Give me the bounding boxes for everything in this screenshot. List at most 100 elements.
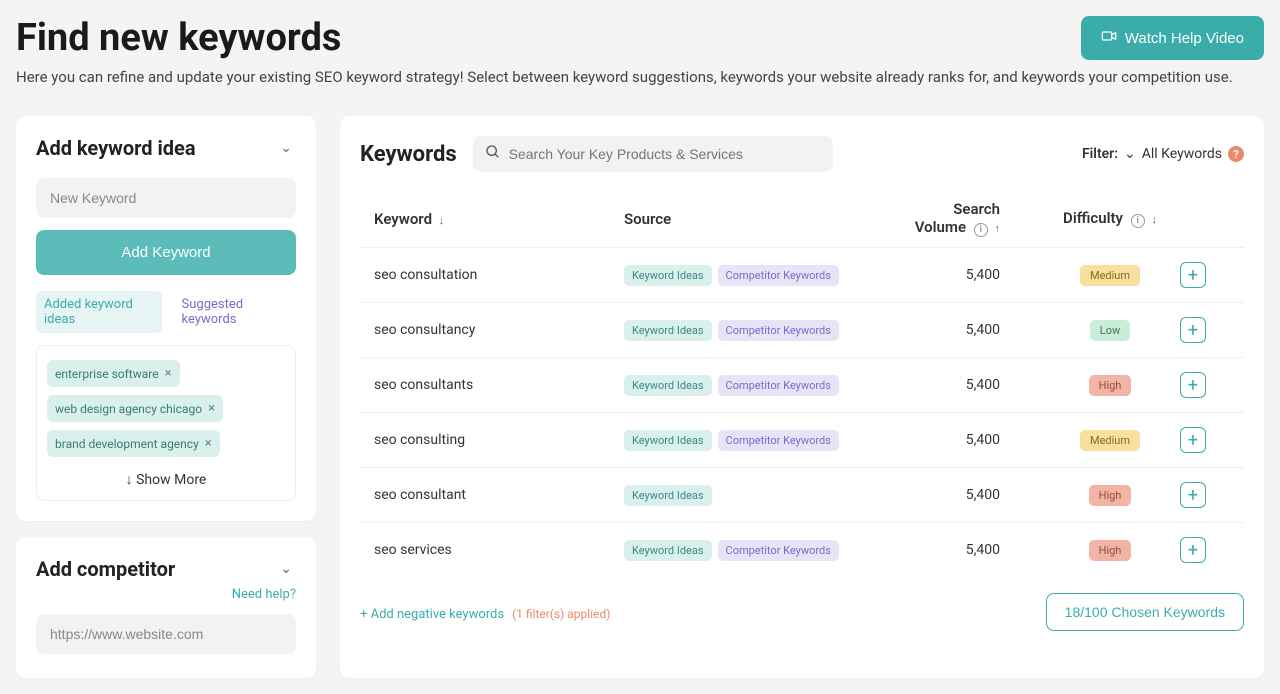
search-volume: 5,400 — [904, 487, 1040, 503]
info-icon[interactable]: i — [1131, 214, 1145, 228]
sort-asc-icon: ↑ — [995, 222, 1001, 235]
keyword-sources: Keyword Ideas Competitor Keywords — [624, 430, 904, 451]
chip-label: enterprise software — [55, 367, 159, 381]
column-difficulty[interactable]: Difficulty i ↓ — [1040, 209, 1180, 228]
page-title: Find new keywords — [16, 16, 341, 60]
keyword-name: seo consultants — [374, 377, 624, 393]
difficulty-badge: Medium — [1080, 265, 1140, 286]
sort-desc-icon: ↓ — [439, 214, 445, 227]
add-keyword-button[interactable]: Add Keyword — [36, 230, 296, 275]
search-volume: 5,400 — [904, 542, 1040, 558]
keyword-chips: enterprise software×web design agency ch… — [36, 345, 296, 501]
filter-label: Filter: — [1082, 146, 1118, 162]
filter-dropdown[interactable]: Filter: ⌄ All Keywords ? — [1082, 146, 1244, 162]
chevron-down-icon: ⌄ — [1124, 146, 1136, 162]
keyword-name: seo consultant — [374, 487, 624, 503]
badge-competitor-keywords: Competitor Keywords — [718, 540, 839, 561]
keyword-name: seo consultancy — [374, 322, 624, 338]
keyword-chip: web design agency chicago × — [47, 395, 223, 422]
info-icon[interactable]: i — [974, 223, 988, 237]
difficulty-badge: High — [1089, 485, 1132, 506]
badge-competitor-keywords: Competitor Keywords — [718, 430, 839, 451]
watch-help-video-button[interactable]: Watch Help Video — [1081, 16, 1264, 60]
chip-label: brand development agency — [55, 437, 199, 451]
chip-label: web design agency chicago — [55, 402, 202, 416]
keyword-name: seo consulting — [374, 432, 624, 448]
add-keyword-icon[interactable]: + — [1180, 482, 1206, 508]
add-keyword-icon[interactable]: + — [1180, 427, 1206, 453]
chosen-keywords-button[interactable]: 18/100 Chosen Keywords — [1046, 593, 1244, 631]
remove-chip-icon[interactable]: × — [205, 436, 212, 451]
difficulty-badge: High — [1089, 375, 1132, 396]
keyword-name: seo services — [374, 542, 624, 558]
table-row: seo consultantKeyword Ideas 5,400 High + — [360, 467, 1244, 522]
difficulty-cell: High — [1040, 540, 1180, 561]
difficulty-badge: Medium — [1080, 430, 1140, 451]
badge-keyword-ideas: Keyword Ideas — [624, 265, 712, 286]
chevron-down-icon[interactable]: ⌄ — [276, 136, 296, 160]
badge-competitor-keywords: Competitor Keywords — [718, 320, 839, 341]
badge-keyword-ideas: Keyword Ideas — [624, 485, 712, 506]
difficulty-badge: High — [1089, 540, 1132, 561]
competitor-url-input[interactable] — [36, 614, 296, 654]
table-row: seo consultingKeyword Ideas Competitor Ke… — [360, 412, 1244, 467]
sort-desc-icon: ↓ — [1151, 213, 1157, 226]
column-difficulty-label: Difficulty — [1063, 209, 1123, 227]
column-keyword-label: Keyword — [374, 210, 432, 228]
remove-chip-icon[interactable]: × — [165, 366, 172, 381]
remove-chip-icon[interactable]: × — [208, 401, 215, 416]
keyword-sources: Keyword Ideas Competitor Keywords — [624, 265, 904, 286]
watch-help-video-label: Watch Help Video — [1125, 30, 1244, 47]
add-keyword-title: Add keyword idea — [36, 136, 196, 160]
arrow-down-icon: ↓ — [126, 472, 133, 488]
tab-suggested-keywords[interactable]: Suggested keywords — [174, 291, 296, 333]
badge-keyword-ideas: Keyword Ideas — [624, 540, 712, 561]
difficulty-cell: High — [1040, 375, 1180, 396]
search-volume: 5,400 — [904, 377, 1040, 393]
search-volume: 5,400 — [904, 432, 1040, 448]
difficulty-cell: Low — [1040, 320, 1180, 341]
tab-added-keyword-ideas[interactable]: Added keyword ideas — [36, 291, 162, 333]
keyword-chip: enterprise software × — [47, 360, 180, 387]
difficulty-cell: Medium — [1040, 430, 1180, 451]
add-keyword-icon[interactable]: + — [1180, 537, 1206, 563]
keyword-name: seo consultation — [374, 267, 624, 283]
column-volume[interactable]: Search Volume i ↑ — [904, 200, 1040, 237]
keyword-sources: Keyword IdeasCompetitor Keywords — [624, 375, 904, 396]
table-row: seo consultancyKeyword Ideas Competitor K… — [360, 302, 1244, 357]
add-keyword-icon[interactable]: + — [1180, 372, 1206, 398]
keyword-sources: Keyword Ideas — [624, 485, 904, 506]
search-input[interactable] — [473, 136, 833, 172]
table-row: seo consultationKeyword Ideas Competitor … — [360, 247, 1244, 302]
new-keyword-input[interactable] — [36, 178, 296, 218]
difficulty-badge: Low — [1090, 320, 1130, 341]
difficulty-cell: Medium — [1040, 265, 1180, 286]
negative-filter-count: (1 filter(s) applied) — [512, 607, 610, 621]
search-volume: 5,400 — [904, 267, 1040, 283]
keyword-sources: Keyword Ideas Competitor Keywords — [624, 320, 904, 341]
need-help-link[interactable]: Need help? — [36, 587, 296, 602]
keywords-title: Keywords — [360, 142, 457, 167]
add-keyword-icon[interactable]: + — [1180, 262, 1206, 288]
badge-keyword-ideas: Keyword Ideas — [624, 320, 712, 341]
badge-competitor-keywords: Competitor Keywords — [718, 265, 839, 286]
difficulty-cell: High — [1040, 485, 1180, 506]
add-negative-keywords-link[interactable]: + Add negative keywords — [360, 607, 504, 622]
page-description: Here you can refine and update your exis… — [16, 68, 1264, 86]
show-more-button[interactable]: ↓ Show More — [47, 461, 285, 490]
badge-keyword-ideas: Keyword Ideas — [624, 430, 712, 451]
table-row: seo servicesKeyword Ideas Competitor Keyw… — [360, 522, 1244, 577]
filter-value: All Keywords — [1142, 146, 1222, 162]
help-icon[interactable]: ? — [1228, 146, 1244, 162]
chevron-down-icon[interactable]: ⌄ — [276, 557, 296, 581]
show-more-label: Show More — [136, 472, 206, 488]
keyword-sources: Keyword Ideas Competitor Keywords — [624, 540, 904, 561]
keyword-chip: brand development agency × — [47, 430, 220, 457]
search-icon — [485, 144, 501, 164]
column-keyword[interactable]: Keyword ↓ — [374, 210, 624, 228]
table-row: seo consultantsKeyword IdeasCompetitor K… — [360, 357, 1244, 412]
column-source[interactable]: Source — [624, 210, 904, 228]
column-volume-label: Search Volume — [915, 200, 1000, 236]
add-keyword-icon[interactable]: + — [1180, 317, 1206, 343]
video-icon — [1101, 28, 1117, 48]
